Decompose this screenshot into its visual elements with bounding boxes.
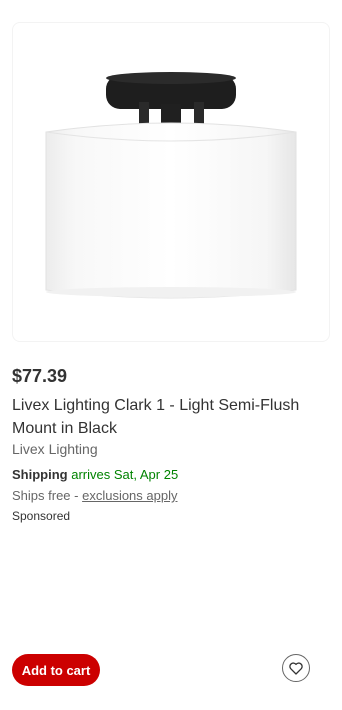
shipping-label: Shipping — [12, 467, 68, 482]
shipping-info: Shipping arrives Sat, Apr 25 — [12, 467, 178, 482]
product-title-link[interactable]: Livex Lighting Clark 1 - Light Semi-Flus… — [12, 394, 322, 440]
exclusions-link[interactable]: exclusions apply — [82, 488, 177, 503]
product-card: $77.39 Livex Lighting Clark 1 - Light Se… — [0, 0, 342, 710]
product-brand-link[interactable]: Livex Lighting — [12, 441, 98, 457]
arrival-date: arrives Sat, Apr 25 — [71, 467, 179, 482]
product-price: $77.39 — [12, 366, 68, 386]
ships-free-text: Ships free - — [12, 488, 83, 503]
ceiling-light-icon — [45, 72, 297, 299]
add-to-cart-button[interactable]: Add to cart — [12, 654, 100, 686]
favorite-button[interactable] — [282, 654, 310, 682]
heart-icon — [289, 661, 303, 675]
product-image[interactable] — [12, 22, 330, 342]
sponsored-label: Sponsored — [12, 509, 71, 523]
ships-free-info: Ships free - exclusions apply — [12, 488, 177, 503]
